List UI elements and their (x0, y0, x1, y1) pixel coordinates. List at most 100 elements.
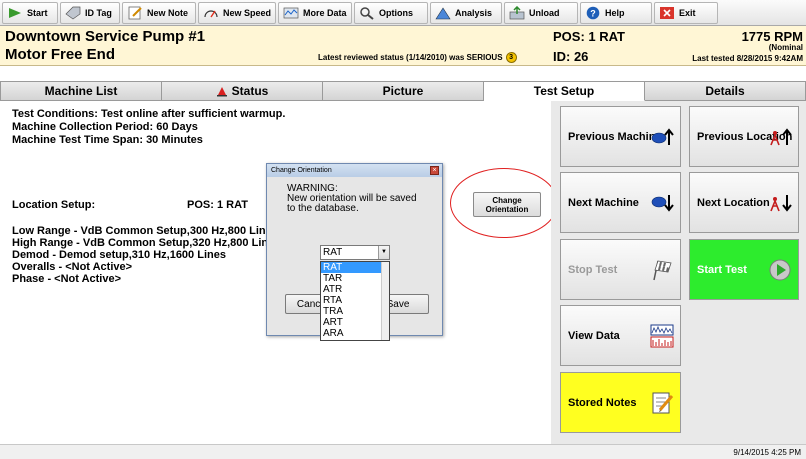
position-readout: POS: 1 RAT (553, 29, 625, 44)
help-button-label: Help (605, 8, 625, 18)
dialog-message-line: to the database. (287, 203, 359, 214)
dialog-message: New orientation will be saved to the dat… (287, 194, 417, 214)
id-tag-button[interactable]: ID Tag (60, 2, 120, 24)
alarm-icon (216, 87, 227, 97)
tab-picture[interactable]: Picture (323, 81, 484, 101)
exit-button[interactable]: Exit (654, 2, 718, 24)
stop-test-button[interactable]: Stop Test (560, 239, 681, 300)
new-note-button[interactable]: New Note (122, 2, 196, 24)
location-subtitle: Motor Free End (5, 46, 116, 63)
range-item: Demod - Demod setup,310 Hz,1600 Lines (12, 249, 226, 261)
orientation-option[interactable]: ARA (321, 328, 389, 339)
tab-label: Picture (382, 84, 424, 98)
time-span-text: Machine Test Time Span: 30 Minutes (12, 134, 203, 146)
tab-label: Test Setup (533, 84, 595, 98)
previous-machine-label: Previous Machine (568, 130, 662, 143)
next-location-button[interactable]: Next Location (689, 172, 799, 233)
machine-header: Downtown Service Pump #1 Motor Free End … (0, 26, 806, 66)
rpm-nominal-note: (Nominal (768, 43, 803, 52)
dropdown-scrollbar[interactable] (381, 262, 389, 340)
toolbar: Start ID Tag New Note New Speed More Dat… (0, 0, 806, 26)
change-orientation-dialog: Change Orientation × WARNING: New orient… (266, 163, 443, 341)
orientation-option[interactable]: RAT (321, 262, 389, 273)
orientation-select[interactable]: RAT ▼ (320, 245, 390, 260)
range-item: High Range - VdB Common Setup,320 Hz,800… (12, 237, 277, 249)
status-text: Latest reviewed status (1/14/2010) was S… (318, 53, 503, 62)
tab-label: Details (705, 84, 745, 98)
previous-machine-button[interactable]: Previous Machine (560, 106, 681, 167)
analysis-button[interactable]: Analysis (430, 2, 502, 24)
analysis-button-label: Analysis (455, 8, 493, 18)
tab-details[interactable]: Details (645, 81, 806, 101)
play-icon (769, 259, 791, 280)
tab-machine-list[interactable]: Machine List (0, 81, 162, 101)
tab-test-setup[interactable]: Test Setup (484, 81, 645, 101)
collection-period-text: Machine Collection Period: 60 Days (12, 121, 198, 133)
range-item: Phase - <Not Active> (12, 273, 122, 285)
close-icon[interactable]: × (430, 166, 439, 175)
dialog-title: Change Orientation (271, 167, 332, 174)
id-readout: ID: 26 (553, 49, 589, 64)
location-setup-label: Location Setup: (12, 199, 96, 211)
machine-title: Downtown Service Pump #1 Motor Free End (5, 28, 205, 64)
next-machine-icon (651, 194, 674, 212)
options-icon (360, 7, 374, 20)
change-orientation-button[interactable]: Change Orientation (473, 192, 541, 217)
view-data-button[interactable]: View Data (560, 305, 681, 366)
note-icon (128, 6, 142, 20)
start-test-button[interactable]: Start Test (689, 239, 799, 300)
test-conditions-text: Test Conditions: Test online after suffi… (12, 108, 286, 120)
orientation-option[interactable]: ART (321, 317, 389, 328)
orientation-dropdown: RAT TAR ATR RTA TRA ART ARA (320, 261, 390, 341)
orientation-option[interactable]: ATR (321, 284, 389, 295)
location-setup-value: POS: 1 RAT (187, 199, 248, 211)
next-machine-button[interactable]: Next Machine (560, 172, 681, 233)
more-data-button[interactable]: More Data (278, 2, 352, 24)
stored-notes-button[interactable]: Stored Notes (560, 372, 681, 433)
tab-label: Machine List (44, 84, 118, 98)
orientation-selected: RAT (323, 247, 343, 258)
unload-button-label: Unload (529, 8, 560, 18)
tab-label: Status (231, 84, 269, 98)
chevron-down-icon[interactable]: ▼ (378, 246, 389, 259)
orientation-option[interactable]: RTA (321, 295, 389, 306)
previous-location-icon (770, 127, 792, 145)
analysis-icon (435, 7, 451, 20)
range-list: Low Range - VdB Common Setup,300 Hz,800 … (12, 225, 277, 285)
speed-gauge-icon (204, 10, 218, 18)
options-button-label: Options (379, 8, 413, 18)
rpm-readout: 1775 RPM (741, 29, 803, 44)
unload-button[interactable]: Unload (504, 2, 578, 24)
range-item: Low Range - VdB Common Setup,300 Hz,800 … (12, 225, 277, 237)
id-tag-button-label: ID Tag (85, 8, 112, 18)
navigation-panel: Previous Machine Previous Location Next … (551, 101, 806, 444)
checkered-flag-icon (653, 260, 672, 280)
serious-status-icon: 3 (505, 52, 517, 63)
status-bar: 9/14/2015 4:25 PM (0, 444, 806, 459)
start-button-label: Start (27, 8, 48, 18)
more-data-button-label: More Data (303, 8, 347, 18)
options-button[interactable]: Options (354, 2, 428, 24)
new-speed-button[interactable]: New Speed (198, 2, 276, 24)
range-item: Overalls - <Not Active> (12, 261, 133, 273)
next-machine-label: Next Machine (568, 196, 639, 209)
help-icon: ? (586, 6, 600, 20)
orientation-option[interactable]: TAR (321, 273, 389, 284)
dialog-title-bar: Change Orientation × (267, 164, 442, 177)
tab-status[interactable]: Status (162, 81, 323, 101)
stored-notes-label: Stored Notes (568, 396, 637, 409)
help-button[interactable]: ? Help (580, 2, 652, 24)
start-button[interactable]: Start (2, 2, 58, 24)
next-location-label: Next Location (697, 196, 770, 209)
next-location-icon (770, 194, 792, 212)
unload-icon (509, 6, 525, 20)
exit-button-label: Exit (679, 8, 696, 18)
exit-icon (660, 7, 674, 19)
machine-name: Downtown Service Pump #1 (5, 28, 206, 45)
id-tag-icon (65, 6, 81, 20)
orientation-option[interactable]: TRA (321, 306, 389, 317)
spectrum-data-icon (650, 324, 674, 347)
tab-bar: Machine List Status Picture Test Setup D… (0, 81, 806, 101)
status-line: Latest reviewed status (1/14/2010) was S… (318, 52, 517, 63)
previous-location-button[interactable]: Previous Location (689, 106, 799, 167)
